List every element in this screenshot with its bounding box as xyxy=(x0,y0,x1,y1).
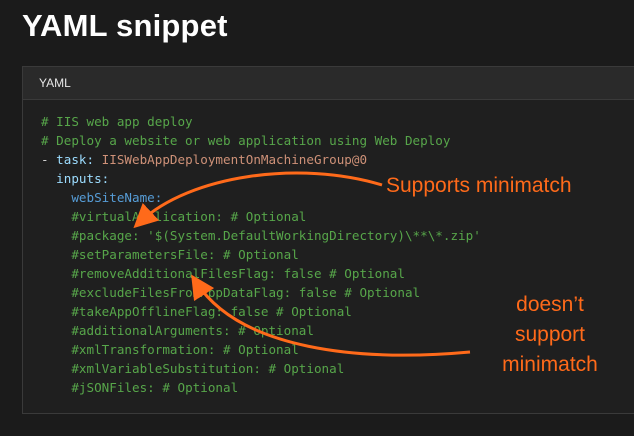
code-line: #jSONFiles: # Optional xyxy=(41,378,634,397)
annotation-not-supported: doesn’t support minimatch xyxy=(490,290,610,380)
code-line: # Deploy a website or web application us… xyxy=(41,131,634,150)
annotation-supports-minimatch: Supports minimatch xyxy=(386,174,572,197)
code-token: #virtualApplication: # Optional xyxy=(71,209,307,224)
code-token: #additionalArguments: # Optional xyxy=(71,323,314,338)
code-line: #package: '$(System.DefaultWorkingDirect… xyxy=(41,226,634,245)
code-line: - task: IISWebAppDeploymentOnMachineGrou… xyxy=(41,150,634,169)
page: YAML snippet YAML # IIS web app deploy # … xyxy=(0,0,634,436)
code-token: IISWebAppDeploymentOnMachineGroup@0 xyxy=(101,152,368,167)
code-token: # Deploy a website or web application us… xyxy=(41,133,451,148)
code-token: #removeAdditionalFilesFlag: false # Opti… xyxy=(71,266,405,281)
code-token: webSiteName: xyxy=(71,190,163,205)
code-line: #removeAdditionalFilesFlag: false # Opti… xyxy=(41,264,634,283)
code-token: task: xyxy=(56,152,102,167)
annotation-not-supported-line1: doesn’t xyxy=(516,293,584,316)
code-block-header: YAML xyxy=(23,67,634,100)
annotation-not-supported-line3: minimatch xyxy=(502,353,598,376)
code-token: #takeAppOfflineFlag: false # Optional xyxy=(71,304,352,319)
code-language-label: YAML xyxy=(39,76,71,90)
code-token: #jSONFiles: # Optional xyxy=(71,380,239,395)
code-token: # IIS web app deploy xyxy=(41,114,193,129)
page-title: YAML snippet xyxy=(22,8,228,43)
code-line: #setParametersFile: # Optional xyxy=(41,245,634,264)
code-token: inputs: xyxy=(56,171,110,186)
code-token: - xyxy=(41,152,57,167)
code-line: #virtualApplication: # Optional xyxy=(41,207,634,226)
code-line: # IIS web app deploy xyxy=(41,112,634,131)
code-token: #xmlVariableSubstitution: # Optional xyxy=(71,361,345,376)
code-token: #excludeFilesFromAppDataFlag: false # Op… xyxy=(71,285,421,300)
code-token: #package: '$(System.DefaultWorkingDirect… xyxy=(71,228,481,243)
code-token: #setParametersFile: # Optional xyxy=(71,247,299,262)
code-token: #xmlTransformation: # Optional xyxy=(71,342,299,357)
annotation-not-supported-line2: support xyxy=(514,323,586,346)
